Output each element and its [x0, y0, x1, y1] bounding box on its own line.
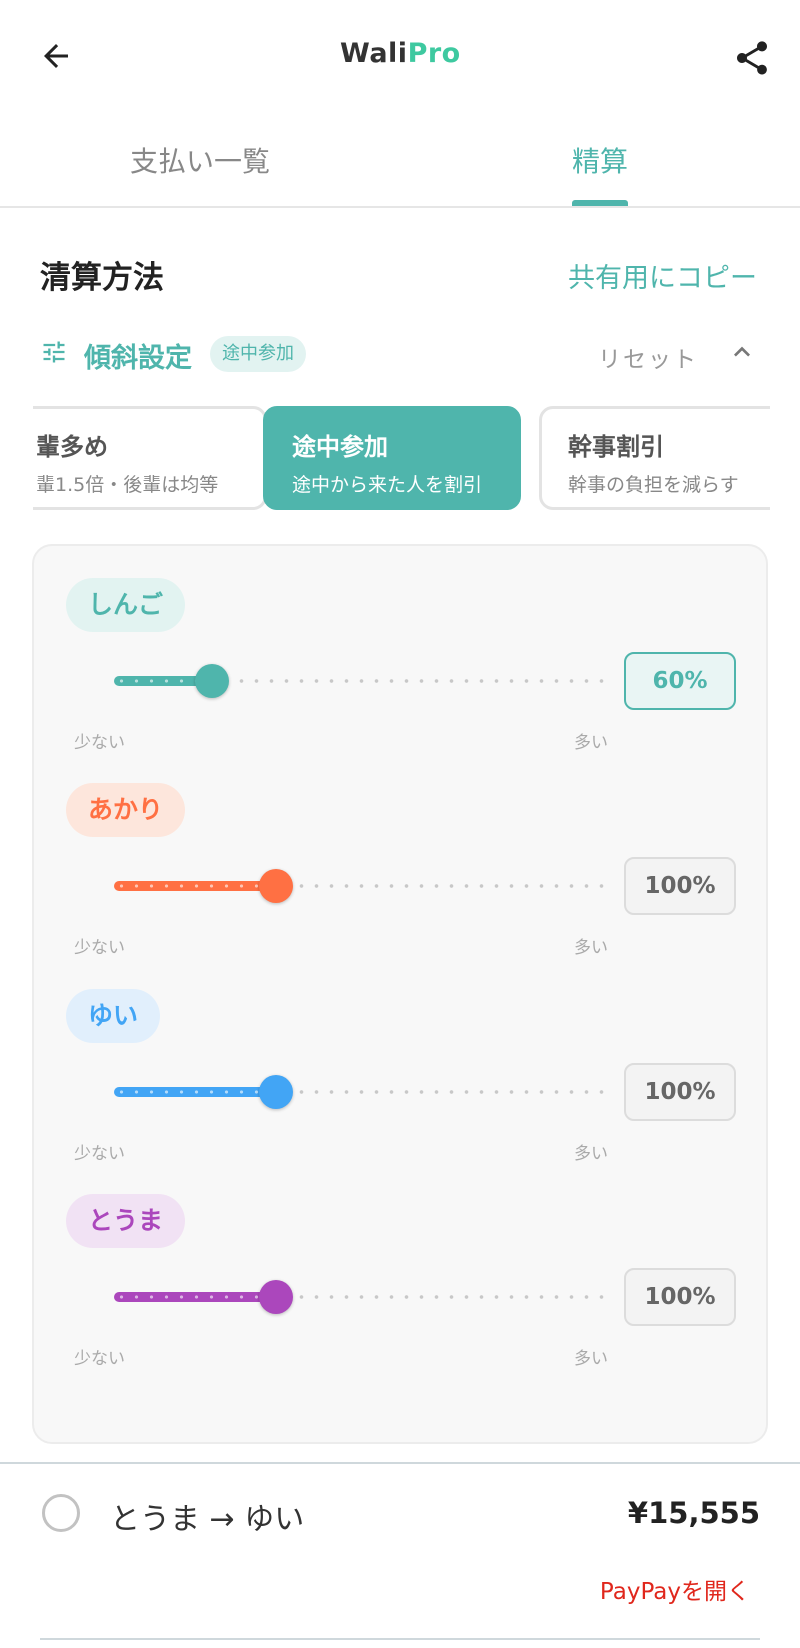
person-weight-row: とうま 100% 少ない 多い — [34, 1162, 770, 1372]
back-button[interactable] — [30, 30, 82, 82]
slider-max-label: 多い — [574, 938, 608, 958]
tab-settlement[interactable]: 精算 — [572, 140, 628, 180]
slider-thumb[interactable] — [259, 1280, 294, 1314]
person-name-chip: しんご — [66, 578, 186, 632]
open-paypay-link[interactable]: PayPayを開く — [560, 1572, 750, 1606]
weight-value[interactable]: 60% — [624, 652, 736, 710]
tilt-settings-label: 傾斜設定 — [84, 343, 192, 374]
settlement-from-to: とうま → ゆい — [110, 1502, 305, 1537]
tab-payments[interactable]: 支払い一覧 — [130, 140, 270, 180]
slider-max-label: 多い — [574, 733, 608, 753]
collapse-button[interactable] — [722, 332, 762, 372]
preset-title: 輩多め — [36, 433, 108, 461]
divider — [40, 1638, 760, 1640]
person-name-chip: とうま — [66, 1194, 186, 1248]
slider-min-label: 少ない — [74, 938, 125, 958]
slider-min-label: 少ない — [74, 733, 125, 753]
tab-bar: 支払い一覧 精算 — [0, 110, 800, 208]
sliders-icon — [43, 341, 65, 363]
preset-subtitle: 幹事の負担を減らす — [568, 474, 739, 496]
preset-carousel[interactable]: 輩多め 輩1.5倍・後輩は均等 途中参加 途中から来た人を割引 幹事割引 幹事の… — [33, 404, 770, 512]
preset-subtitle: 輩1.5倍・後輩は均等 — [36, 474, 219, 496]
weight-sliders-panel: しんご 60% 少ない 多い あかり 100% 少ない 多い ゆい 100% 少… — [32, 544, 768, 1444]
slider-fill — [114, 1087, 277, 1097]
slider-max-label: 多い — [574, 1349, 608, 1369]
share-button[interactable] — [724, 30, 780, 86]
app-header: WaliPro — [0, 0, 800, 110]
preset-card-seniors-more[interactable]: 輩多め 輩1.5倍・後輩は均等 — [33, 406, 267, 510]
slider-thumb[interactable] — [259, 1075, 294, 1109]
settlement-amount: ¥15,555 — [627, 1496, 760, 1530]
tilt-settings-header: 傾斜設定 途中参加 リセット — [40, 332, 770, 378]
person-name-chip: あかり — [66, 783, 186, 837]
preset-card-organizer-discount[interactable]: 幹事割引 幹事の負担を減らす — [539, 406, 770, 510]
logo-text-prefix: Wali — [340, 38, 408, 69]
divider — [0, 1462, 800, 1464]
arrow-left-icon — [44, 44, 68, 68]
weight-value[interactable]: 100% — [624, 857, 736, 915]
person-weight-row: あかり 100% 少ない 多い — [34, 751, 770, 961]
weight-value[interactable]: 100% — [624, 1268, 736, 1326]
person-weight-row: しんご 60% 少ない 多い — [34, 546, 770, 756]
app-logo: WaliPro — [340, 38, 461, 69]
logo-text-suffix: Pro — [407, 38, 461, 69]
settlement-method-title: 清算方法 — [40, 260, 164, 296]
slider-fill — [114, 881, 277, 891]
preset-title: 途中参加 — [292, 433, 388, 461]
copy-for-sharing-button[interactable]: 共有用にコピー — [568, 256, 757, 295]
reset-button[interactable]: リセット — [598, 340, 698, 374]
preset-subtitle: 途中から来た人を割引 — [292, 474, 483, 496]
slider-min-label: 少ない — [74, 1144, 125, 1164]
settled-checkbox[interactable] — [42, 1494, 80, 1532]
preset-card-late-join[interactable]: 途中参加 途中から来た人を割引 — [263, 406, 521, 510]
active-preset-badge: 途中参加 — [210, 336, 306, 372]
weight-value[interactable]: 100% — [624, 1063, 736, 1121]
slider-fill — [114, 1292, 277, 1302]
share-icon — [737, 41, 767, 75]
slider-thumb[interactable] — [195, 664, 230, 698]
slider-thumb[interactable] — [259, 869, 294, 903]
slider-max-label: 多い — [574, 1144, 608, 1164]
person-weight-row: ゆい 100% 少ない 多い — [34, 957, 770, 1167]
preset-title: 幹事割引 — [568, 433, 664, 461]
slider-min-label: 少ない — [74, 1349, 125, 1369]
chevron-up-icon — [734, 346, 750, 357]
person-name-chip: ゆい — [66, 989, 161, 1043]
tab-active-indicator — [572, 200, 628, 206]
